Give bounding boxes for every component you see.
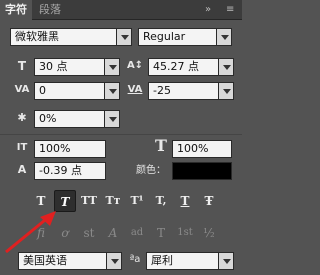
panel-menu-icon[interactable]: ≡	[226, 4, 234, 16]
tracking-icon: VA	[127, 84, 143, 95]
arrow-shaft	[5, 214, 51, 254]
vertical-scale-icon: IT	[16, 142, 28, 153]
contextual-alternates-button[interactable]: st	[78, 222, 100, 244]
font-family-dropdown[interactable]	[116, 28, 132, 46]
superscript-button[interactable]: T¹	[126, 190, 148, 212]
leading-icon: A↕	[126, 60, 144, 71]
ordinals-button[interactable]: 1st	[174, 222, 196, 244]
small-caps-button[interactable]: Tт	[102, 190, 124, 212]
tsume-dropdown[interactable]	[104, 110, 120, 128]
antialias-icon: ªa	[129, 254, 141, 265]
subscript-button[interactable]: T,	[150, 190, 172, 212]
tab-paragraph[interactable]: 段落	[34, 0, 66, 20]
kerning-dropdown[interactable]	[104, 82, 120, 100]
baseline-shift-field[interactable]: -0.39 点	[34, 162, 106, 180]
tsume-icon: ✱	[17, 111, 27, 124]
swash-button[interactable]: A	[102, 222, 124, 244]
tsume-field[interactable]: 0%	[34, 110, 106, 128]
antialias-field[interactable]: 犀利	[146, 252, 220, 270]
fractions-button[interactable]: ½	[198, 222, 220, 244]
leading-field[interactable]: 45.27 点	[148, 58, 220, 76]
font-size-icon: T	[17, 59, 27, 73]
underline-button[interactable]: T	[174, 190, 196, 212]
font-size-field[interactable]: 30 点	[34, 58, 106, 76]
collapse-icon[interactable]: »	[205, 4, 211, 16]
panel-tab-bar: 字符 段落 » ≡	[0, 0, 242, 20]
leading-dropdown[interactable]	[218, 58, 234, 76]
font-style-dropdown[interactable]	[216, 28, 232, 46]
divider	[0, 134, 242, 135]
font-size-dropdown[interactable]	[104, 58, 120, 76]
language-dropdown[interactable]	[106, 252, 122, 270]
all-caps-button[interactable]: TT	[78, 190, 100, 212]
tracking-field[interactable]: -25	[148, 82, 220, 100]
color-swatch[interactable]	[172, 162, 232, 180]
annotation-arrow-icon	[5, 211, 56, 254]
vertical-scale-field[interactable]: 100%	[34, 140, 106, 158]
baseline-shift-icon: A	[17, 163, 27, 176]
strikethrough-button[interactable]: Ŧ	[198, 190, 220, 212]
kerning-field[interactable]: 0	[34, 82, 106, 100]
font-style-field[interactable]: Regular	[138, 28, 218, 46]
tab-character[interactable]: 字符	[0, 0, 32, 20]
horizontal-scale-icon: T	[155, 136, 167, 155]
kerning-icon: VA	[14, 84, 30, 95]
stylistic-alternates-button[interactable]: ad	[126, 222, 148, 244]
language-field[interactable]: 美国英语	[18, 252, 108, 270]
color-label: 颜色：	[136, 165, 166, 176]
horizontal-scale-field[interactable]: 100%	[172, 140, 232, 158]
font-family-field[interactable]: 微软雅黑	[10, 28, 122, 46]
titling-alternates-button[interactable]: T	[150, 222, 172, 244]
antialias-dropdown[interactable]	[218, 252, 234, 270]
tracking-dropdown[interactable]	[218, 82, 234, 100]
